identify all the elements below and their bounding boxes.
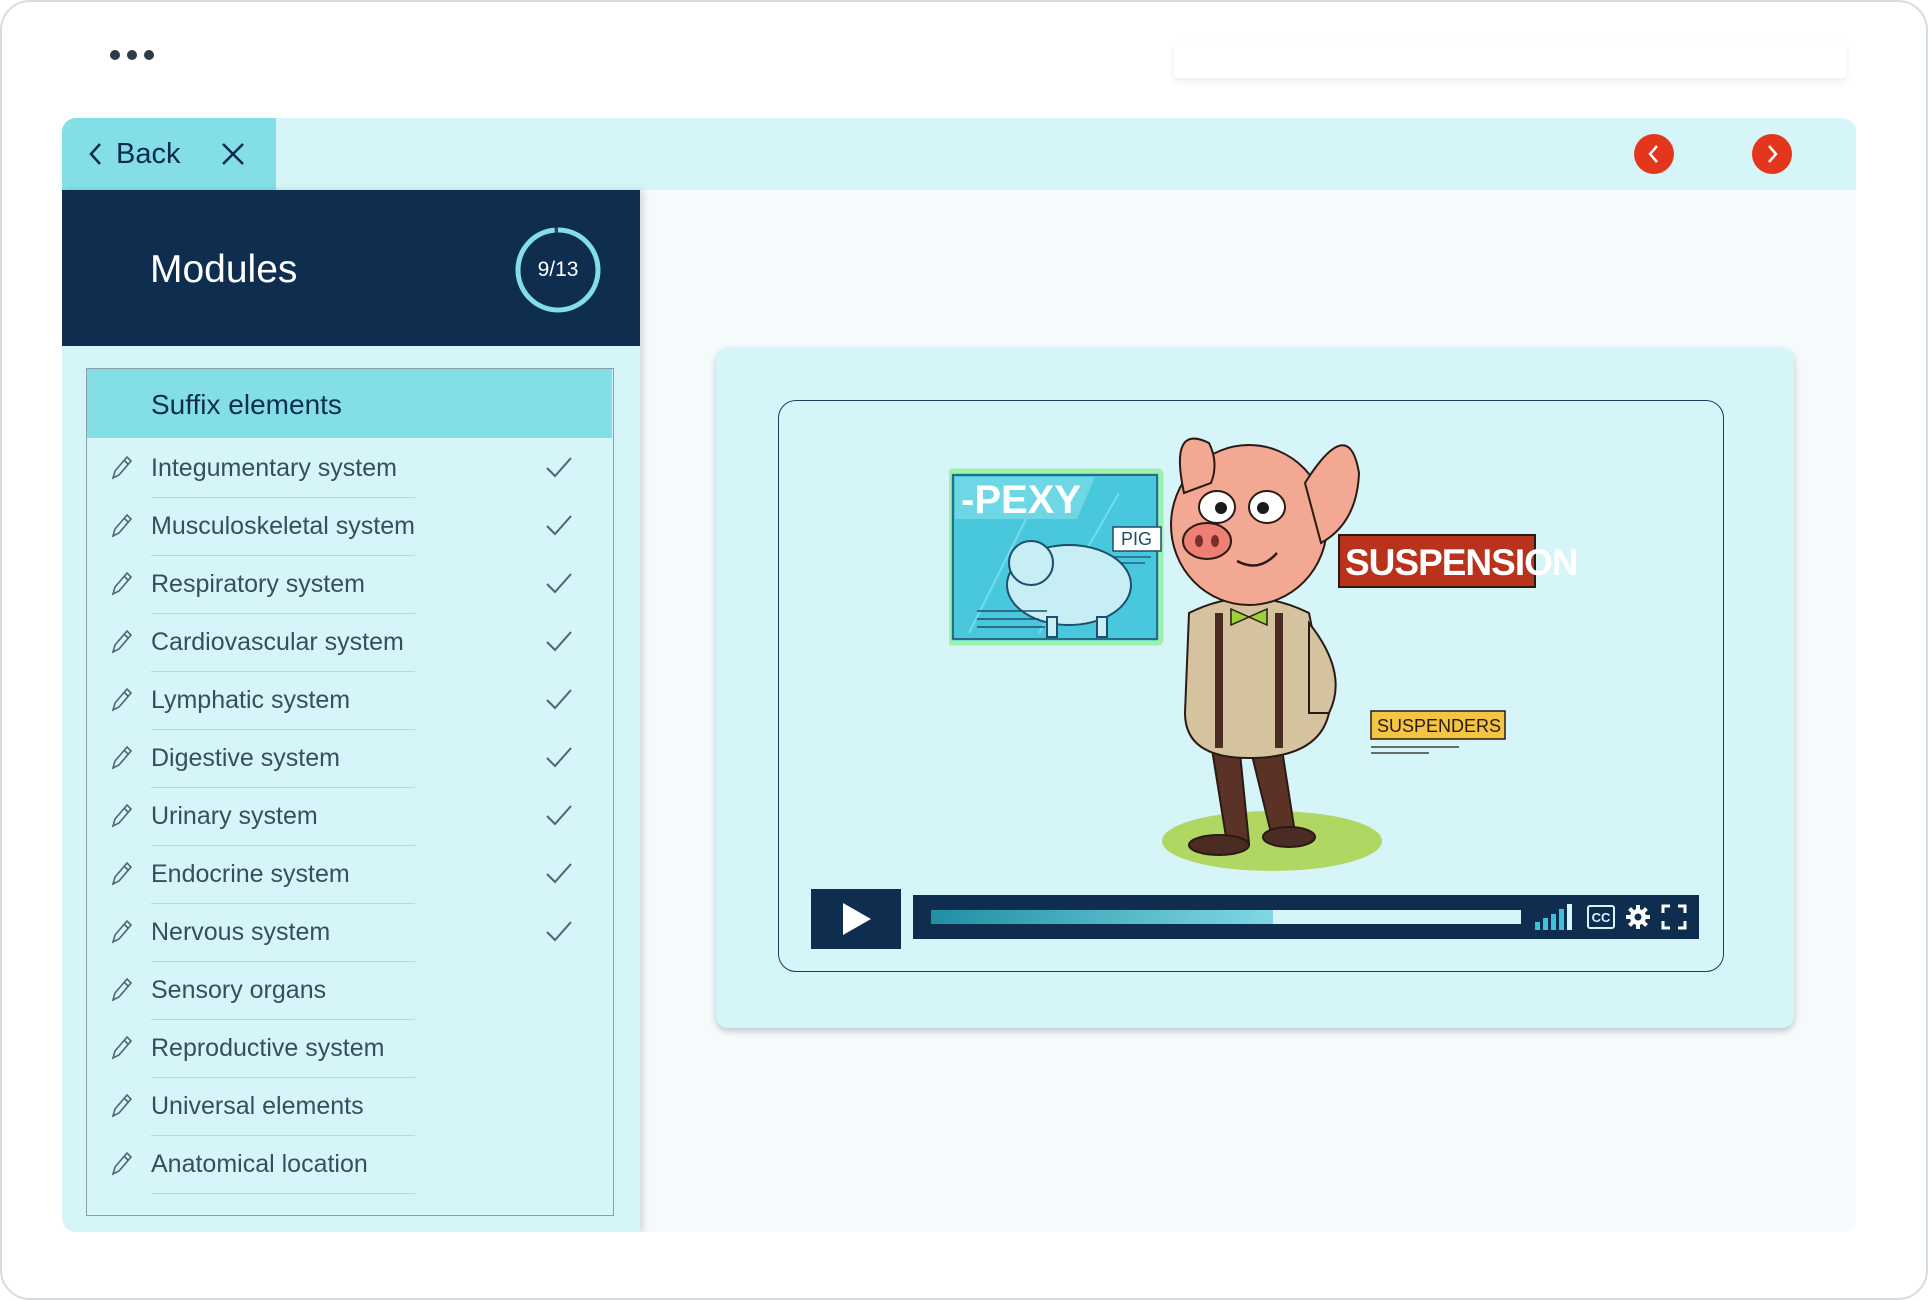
- module-item-label: Universal elements: [151, 1092, 364, 1120]
- module-item[interactable]: Reproductive system: [87, 1020, 612, 1078]
- pencil-icon: [111, 513, 133, 538]
- pencil-icon: [111, 919, 133, 944]
- check-icon: [546, 805, 572, 826]
- video-player[interactable]: -PEXY PIG SUSPENSION SUSPENDERS CC: [778, 400, 1724, 972]
- pencil-icon: [111, 629, 133, 654]
- lesson-illustration: -PEXY PIG SUSPENSION SUSPENDERS: [949, 437, 1579, 871]
- prev-arrow-icon: [1648, 145, 1658, 163]
- next-button[interactable]: [1752, 134, 1792, 174]
- modules-header: Modules 9/13: [62, 190, 640, 346]
- pencil-icon: [111, 1151, 133, 1176]
- module-item-label: Endocrine system: [151, 860, 350, 888]
- pencil-icon: [111, 861, 133, 886]
- module-item[interactable]: Anatomical location: [87, 1136, 612, 1194]
- gear-icon[interactable]: [1625, 904, 1651, 930]
- module-divider: [151, 1193, 415, 1194]
- check-icon: [546, 515, 572, 536]
- module-item[interactable]: Musculoskeletal system: [87, 498, 612, 556]
- captions-icon[interactable]: CC: [1587, 905, 1615, 929]
- fullscreen-icon[interactable]: [1661, 904, 1687, 930]
- app-header: Back: [62, 118, 1856, 190]
- module-item[interactable]: Sensory organs: [87, 962, 612, 1020]
- module-item[interactable]: Endocrine system: [87, 846, 612, 904]
- pencil-icon: [111, 803, 133, 828]
- back-button[interactable]: Back: [62, 118, 276, 190]
- seek-bar[interactable]: [931, 910, 1521, 924]
- active-module-item[interactable]: Suffix elements: [87, 369, 612, 438]
- module-progress-label: 9/13: [537, 258, 579, 281]
- next-arrow-icon: [1768, 145, 1778, 163]
- module-list: Suffix elements Integumentary system Musc…: [86, 368, 614, 1216]
- pencil-icon: [111, 977, 133, 1002]
- pencil-icon: [111, 745, 133, 770]
- module-item[interactable]: Respiratory system: [87, 556, 612, 614]
- back-label: Back: [116, 137, 181, 170]
- player-controls: CC: [811, 889, 1701, 949]
- module-item[interactable]: Lymphatic system: [87, 672, 612, 730]
- module-item[interactable]: Universal elements: [87, 1078, 612, 1136]
- pencil-icon: [111, 571, 133, 596]
- module-item[interactable]: Urinary system: [87, 788, 612, 846]
- pencil-icon: [111, 455, 133, 480]
- check-icon: [546, 457, 572, 478]
- check-icon: [546, 921, 572, 942]
- more-dots-icon[interactable]: [110, 50, 154, 60]
- control-bar: CC: [913, 895, 1699, 939]
- module-item[interactable]: Cardiovascular system: [87, 614, 612, 672]
- module-item-label: Digestive system: [151, 744, 340, 772]
- module-item[interactable]: Integumentary system: [87, 440, 612, 498]
- module-item-label: Reproductive system: [151, 1034, 385, 1062]
- board-title-text: -PEXY: [961, 478, 1081, 522]
- pencil-icon: [111, 687, 133, 712]
- check-icon: [546, 573, 572, 594]
- module-item[interactable]: Digestive system: [87, 730, 612, 788]
- course-app: Back Modules 9/13 Suffix elements Integu…: [62, 118, 1856, 1232]
- sign-main-text: SUSPENSION: [1345, 542, 1578, 583]
- module-item-label: Lymphatic system: [151, 686, 351, 714]
- check-icon: [546, 631, 572, 652]
- seek-bar-fill: [931, 910, 1274, 924]
- chevron-left-icon: [89, 143, 101, 165]
- module-item-label: Anatomical location: [151, 1150, 368, 1178]
- module-item-label: Cardiovascular system: [151, 628, 404, 656]
- board-label-text: PIG: [1121, 529, 1152, 549]
- video-card: -PEXY PIG SUSPENSION SUSPENDERS CC: [716, 348, 1794, 1028]
- close-icon[interactable]: [220, 141, 246, 167]
- modules-sidebar: Modules 9/13 Suffix elements Integumenta…: [62, 190, 640, 1232]
- pencil-icon: [111, 1093, 133, 1118]
- pencil-icon: [111, 1035, 133, 1060]
- check-icon: [546, 863, 572, 884]
- top-bar-panel: [1174, 42, 1846, 78]
- module-item-label: Musculoskeletal system: [151, 512, 415, 540]
- module-item-label: Urinary system: [151, 802, 318, 830]
- play-icon: [843, 903, 871, 935]
- check-icon: [546, 689, 572, 710]
- window-frame: Back Modules 9/13 Suffix elements Integu…: [0, 0, 1928, 1300]
- check-icon: [546, 747, 572, 768]
- module-item-label: Respiratory system: [151, 570, 365, 598]
- active-module-label: Suffix elements: [151, 389, 342, 420]
- modules-title: Modules: [150, 248, 298, 291]
- play-button[interactable]: [811, 889, 901, 949]
- module-item-label: Nervous system: [151, 918, 331, 946]
- module-item-label: Integumentary system: [151, 454, 397, 482]
- sign-small-text: SUSPENDERS: [1377, 716, 1501, 736]
- module-item[interactable]: Nervous system: [87, 904, 612, 962]
- prev-button[interactable]: [1634, 134, 1674, 174]
- volume-icon[interactable]: [1535, 904, 1575, 930]
- module-item-label: Sensory organs: [151, 976, 327, 1004]
